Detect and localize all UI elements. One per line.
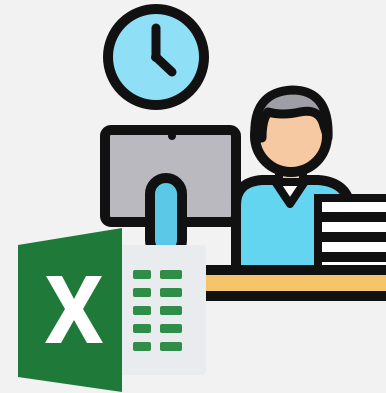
clock-icon bbox=[103, 4, 209, 110]
office-worker-illustration bbox=[18, 4, 386, 392]
monitor-icon bbox=[100, 125, 241, 261]
paper-stack-icon bbox=[314, 194, 386, 276]
excel-icon bbox=[18, 228, 206, 392]
